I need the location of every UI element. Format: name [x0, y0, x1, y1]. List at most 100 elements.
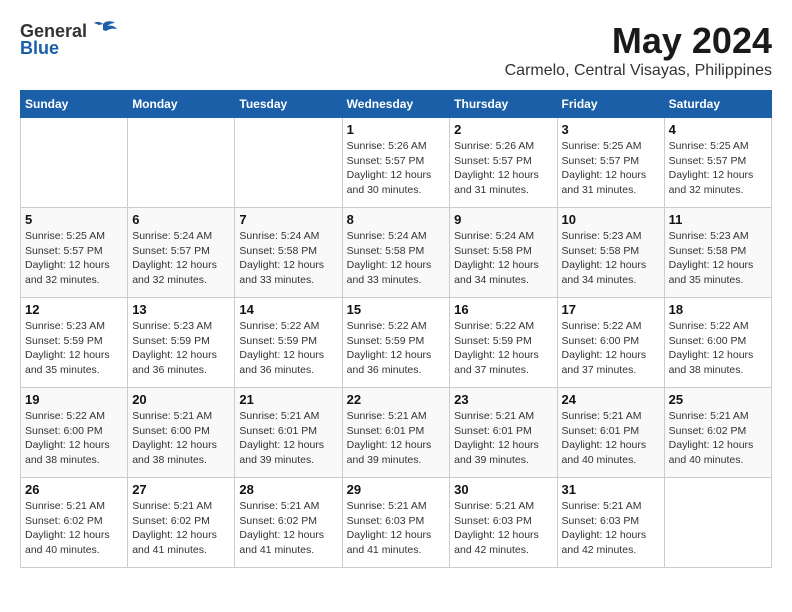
- month-title: May 2024: [505, 20, 772, 62]
- day-info: Sunrise: 5:22 AMSunset: 5:59 PMDaylight:…: [454, 319, 552, 378]
- day-number: 3: [562, 122, 660, 137]
- calendar-week-row: 26 Sunrise: 5:21 AMSunset: 6:02 PMDayligh…: [21, 478, 772, 568]
- table-row: 8 Sunrise: 5:24 AMSunset: 5:58 PMDaylight…: [342, 208, 450, 298]
- day-info: Sunrise: 5:22 AMSunset: 6:00 PMDaylight:…: [25, 409, 123, 468]
- table-row: 24 Sunrise: 5:21 AMSunset: 6:01 PMDayligh…: [557, 388, 664, 478]
- calendar-week-row: 1 Sunrise: 5:26 AMSunset: 5:57 PMDaylight…: [21, 118, 772, 208]
- table-row: 25 Sunrise: 5:21 AMSunset: 6:02 PMDayligh…: [664, 388, 771, 478]
- calendar-header-row: Sunday Monday Tuesday Wednesday Thursday…: [21, 91, 772, 118]
- table-row: [235, 118, 342, 208]
- day-number: 18: [669, 302, 767, 317]
- day-number: 26: [25, 482, 123, 497]
- table-row: 10Sunrise: 5:23 AMSunset: 5:58 PMDayligh…: [557, 208, 664, 298]
- day-number: 16: [454, 302, 552, 317]
- day-number: 19: [25, 392, 123, 407]
- day-number: 4: [669, 122, 767, 137]
- day-number: 17: [562, 302, 660, 317]
- table-row: 14 Sunrise: 5:22 AMSunset: 5:59 PMDayligh…: [235, 298, 342, 388]
- col-friday: Friday: [557, 91, 664, 118]
- day-info: Sunrise: 5:21 AMSunset: 6:03 PMDaylight:…: [562, 499, 660, 558]
- day-number: 1: [347, 122, 446, 137]
- col-sunday: Sunday: [21, 91, 128, 118]
- day-number: 25: [669, 392, 767, 407]
- table-row: [21, 118, 128, 208]
- day-info: Sunrise: 5:22 AMSunset: 5:59 PMDaylight:…: [347, 319, 446, 378]
- day-number: 12: [25, 302, 123, 317]
- page-header: General Blue May 2024 Carmelo, Central V…: [20, 20, 772, 80]
- table-row: 29 Sunrise: 5:21 AMSunset: 6:03 PMDayligh…: [342, 478, 450, 568]
- day-info: Sunrise: 5:23 AMSunset: 5:59 PMDaylight:…: [132, 319, 230, 378]
- table-row: 20Sunrise: 5:21 AMSunset: 6:00 PMDayligh…: [128, 388, 235, 478]
- day-number: 28: [239, 482, 337, 497]
- col-monday: Monday: [128, 91, 235, 118]
- table-row: [128, 118, 235, 208]
- table-row: 23 Sunrise: 5:21 AMSunset: 6:01 PMDayligh…: [450, 388, 557, 478]
- table-row: [664, 478, 771, 568]
- day-number: 8: [347, 212, 446, 227]
- location-title: Carmelo, Central Visayas, Philippines: [505, 62, 772, 80]
- day-info: Sunrise: 5:21 AMSunset: 6:02 PMDaylight:…: [132, 499, 230, 558]
- day-number: 29: [347, 482, 446, 497]
- day-number: 23: [454, 392, 552, 407]
- day-number: 30: [454, 482, 552, 497]
- table-row: 11 Sunrise: 5:23 AMSunset: 5:58 PMDayligh…: [664, 208, 771, 298]
- table-row: 30 Sunrise: 5:21 AMSunset: 6:03 PMDayligh…: [450, 478, 557, 568]
- calendar-table: Sunday Monday Tuesday Wednesday Thursday…: [20, 90, 772, 568]
- day-info: Sunrise: 5:24 AMSunset: 5:57 PMDaylight:…: [132, 229, 230, 288]
- col-tuesday: Tuesday: [235, 91, 342, 118]
- day-info: Sunrise: 5:23 AMSunset: 5:58 PMDaylight:…: [669, 229, 767, 288]
- col-wednesday: Wednesday: [342, 91, 450, 118]
- table-row: 19 Sunrise: 5:22 AMSunset: 6:00 PMDayligh…: [21, 388, 128, 478]
- day-number: 31: [562, 482, 660, 497]
- day-info: Sunrise: 5:21 AMSunset: 6:02 PMDaylight:…: [239, 499, 337, 558]
- table-row: 17 Sunrise: 5:22 AMSunset: 6:00 PMDayligh…: [557, 298, 664, 388]
- day-info: Sunrise: 5:24 AMSunset: 5:58 PMDaylight:…: [239, 229, 337, 288]
- calendar-week-row: 19 Sunrise: 5:22 AMSunset: 6:00 PMDayligh…: [21, 388, 772, 478]
- day-info: Sunrise: 5:22 AMSunset: 6:00 PMDaylight:…: [562, 319, 660, 378]
- day-number: 5: [25, 212, 123, 227]
- day-info: Sunrise: 5:21 AMSunset: 6:03 PMDaylight:…: [347, 499, 446, 558]
- table-row: 16 Sunrise: 5:22 AMSunset: 5:59 PMDayligh…: [450, 298, 557, 388]
- table-row: 26 Sunrise: 5:21 AMSunset: 6:02 PMDayligh…: [21, 478, 128, 568]
- day-info: Sunrise: 5:21 AMSunset: 6:01 PMDaylight:…: [562, 409, 660, 468]
- day-number: 10: [562, 212, 660, 227]
- day-info: Sunrise: 5:22 AMSunset: 5:59 PMDaylight:…: [239, 319, 337, 378]
- day-info: Sunrise: 5:21 AMSunset: 6:01 PMDaylight:…: [239, 409, 337, 468]
- day-info: Sunrise: 5:21 AMSunset: 6:01 PMDaylight:…: [454, 409, 552, 468]
- calendar-week-row: 5 Sunrise: 5:25 AMSunset: 5:57 PMDaylight…: [21, 208, 772, 298]
- day-info: Sunrise: 5:21 AMSunset: 6:03 PMDaylight:…: [454, 499, 552, 558]
- day-info: Sunrise: 5:25 AMSunset: 5:57 PMDaylight:…: [25, 229, 123, 288]
- table-row: 28 Sunrise: 5:21 AMSunset: 6:02 PMDayligh…: [235, 478, 342, 568]
- table-row: 4Sunrise: 5:25 AMSunset: 5:57 PMDaylight…: [664, 118, 771, 208]
- table-row: 9Sunrise: 5:24 AMSunset: 5:58 PMDaylight…: [450, 208, 557, 298]
- col-thursday: Thursday: [450, 91, 557, 118]
- day-info: Sunrise: 5:26 AMSunset: 5:57 PMDaylight:…: [347, 139, 446, 198]
- day-info: Sunrise: 5:21 AMSunset: 6:02 PMDaylight:…: [669, 409, 767, 468]
- day-info: Sunrise: 5:23 AMSunset: 5:59 PMDaylight:…: [25, 319, 123, 378]
- day-number: 22: [347, 392, 446, 407]
- bird-icon: [89, 20, 117, 42]
- table-row: 15Sunrise: 5:22 AMSunset: 5:59 PMDayligh…: [342, 298, 450, 388]
- calendar-week-row: 12 Sunrise: 5:23 AMSunset: 5:59 PMDayligh…: [21, 298, 772, 388]
- table-row: 7 Sunrise: 5:24 AMSunset: 5:58 PMDaylight…: [235, 208, 342, 298]
- table-row: 3Sunrise: 5:25 AMSunset: 5:57 PMDaylight…: [557, 118, 664, 208]
- day-number: 11: [669, 212, 767, 227]
- day-info: Sunrise: 5:24 AMSunset: 5:58 PMDaylight:…: [347, 229, 446, 288]
- day-number: 6: [132, 212, 230, 227]
- table-row: 21Sunrise: 5:21 AMSunset: 6:01 PMDayligh…: [235, 388, 342, 478]
- logo-blue-text: Blue: [20, 38, 59, 59]
- table-row: 2Sunrise: 5:26 AMSunset: 5:57 PMDaylight…: [450, 118, 557, 208]
- day-info: Sunrise: 5:21 AMSunset: 6:02 PMDaylight:…: [25, 499, 123, 558]
- day-number: 13: [132, 302, 230, 317]
- table-row: 12 Sunrise: 5:23 AMSunset: 5:59 PMDayligh…: [21, 298, 128, 388]
- day-info: Sunrise: 5:22 AMSunset: 6:00 PMDaylight:…: [669, 319, 767, 378]
- table-row: 27Sunrise: 5:21 AMSunset: 6:02 PMDayligh…: [128, 478, 235, 568]
- table-row: 22Sunrise: 5:21 AMSunset: 6:01 PMDayligh…: [342, 388, 450, 478]
- table-row: 13 Sunrise: 5:23 AMSunset: 5:59 PMDayligh…: [128, 298, 235, 388]
- day-number: 7: [239, 212, 337, 227]
- table-row: 1 Sunrise: 5:26 AMSunset: 5:57 PMDaylight…: [342, 118, 450, 208]
- title-area: May 2024 Carmelo, Central Visayas, Phili…: [505, 20, 772, 80]
- day-number: 24: [562, 392, 660, 407]
- day-number: 14: [239, 302, 337, 317]
- table-row: 18 Sunrise: 5:22 AMSunset: 6:00 PMDayligh…: [664, 298, 771, 388]
